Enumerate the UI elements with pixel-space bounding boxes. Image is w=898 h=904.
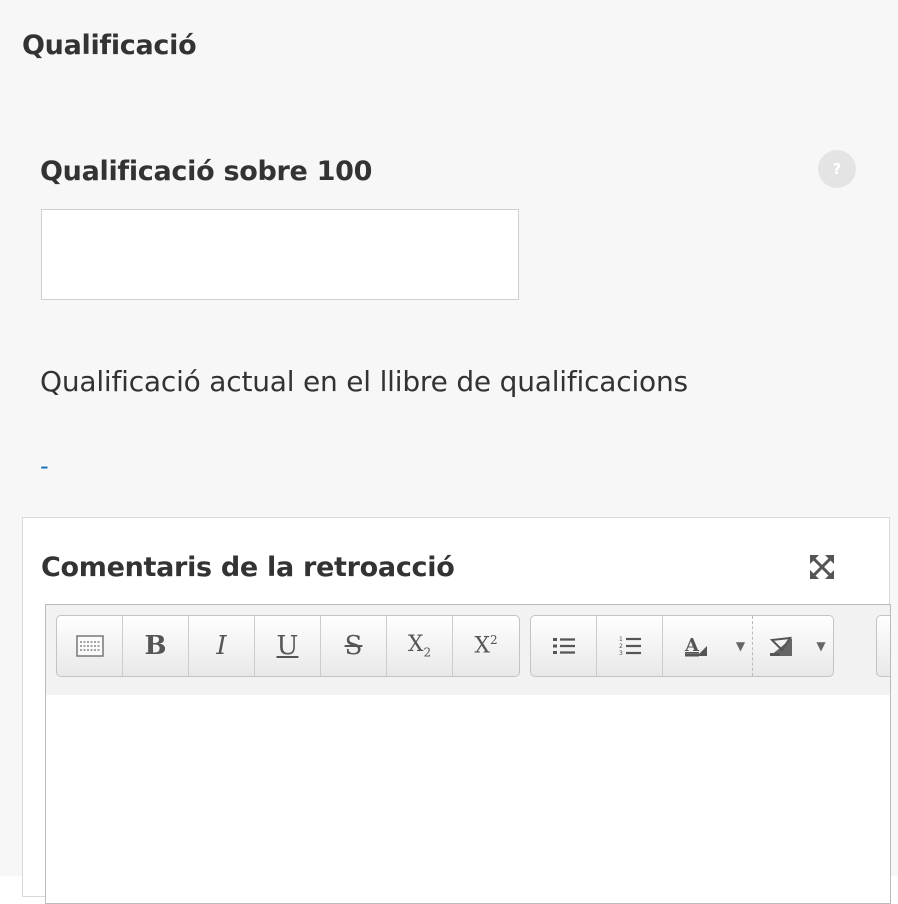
grade-panel: Qualificació Qualificació sobre 100 ? Qu…	[0, 0, 898, 904]
font-color-icon: A	[684, 635, 707, 657]
section-title: Qualificació	[22, 30, 197, 61]
toolbar-group-lists: 123 A ▼ ▼	[530, 615, 834, 677]
svg-text:1: 1	[619, 636, 623, 643]
subscript-letter: X	[407, 632, 424, 658]
bold-icon: B	[144, 631, 167, 661]
current-gradebook-value: -	[40, 452, 49, 480]
numbered-list-icon: 123	[619, 636, 641, 657]
italic-icon: I	[216, 631, 227, 661]
feedback-title: Comentaris de la retroacció	[41, 552, 455, 583]
bold-button[interactable]: B	[123, 616, 189, 676]
superscript-letter: X	[474, 633, 491, 659]
svg-text:3: 3	[619, 650, 623, 657]
strikethrough-icon: S	[344, 631, 363, 661]
svg-text:2: 2	[619, 643, 623, 650]
expand-icon[interactable]	[809, 554, 835, 580]
highlight-icon	[769, 636, 793, 656]
editor-toolbar: B I U S X2 X2 1 2 3 A ▼ ▼	[46, 605, 890, 696]
chevron-down-icon: ▼	[735, 639, 746, 653]
subscript-mark: 2	[423, 645, 432, 660]
current-gradebook-label: Qualificació actual en el llibre de qual…	[40, 365, 688, 398]
superscript-mark: 2	[490, 633, 498, 648]
numbered-list-button[interactable]: 123	[597, 616, 663, 676]
chevron-down-icon: ▼	[816, 639, 826, 653]
svg-text:A: A	[684, 635, 700, 656]
feedback-content-area[interactable]	[46, 695, 890, 903]
grade-field-label: Qualificació sobre 100	[40, 156, 373, 187]
superscript-icon: X2	[474, 633, 497, 658]
superscript-button[interactable]: X2	[453, 616, 519, 676]
highlight-dropdown[interactable]: ▼	[809, 616, 833, 676]
underline-icon: U	[276, 631, 299, 661]
toolbar-overflow-button[interactable]	[877, 616, 890, 676]
font-color-button[interactable]: A	[663, 616, 729, 676]
toolbar-group-overflow	[876, 615, 890, 677]
bullet-list-button[interactable]	[531, 616, 597, 676]
underline-button[interactable]: U	[255, 616, 321, 676]
italic-button[interactable]: I	[189, 616, 255, 676]
feedback-editor: B I U S X2 X2 1 2 3 A ▼ ▼	[45, 604, 891, 904]
strikethrough-button[interactable]: S	[321, 616, 387, 676]
font-color-dropdown[interactable]: ▼	[729, 616, 753, 676]
subscript-icon: X2	[408, 632, 431, 659]
bullet-list-icon	[552, 638, 575, 654]
subscript-button[interactable]: X2	[387, 616, 453, 676]
help-icon[interactable]: ?	[818, 150, 856, 188]
highlight-button[interactable]	[753, 616, 809, 676]
toolbar-group-formatting: B I U S X2 X2	[56, 615, 520, 677]
grade-input[interactable]	[41, 209, 519, 300]
show-more-buttons-icon	[75, 635, 104, 657]
show-more-buttons-button[interactable]	[57, 616, 123, 676]
feedback-section: Comentaris de la retroacció B I U S X2 X…	[22, 517, 891, 904]
